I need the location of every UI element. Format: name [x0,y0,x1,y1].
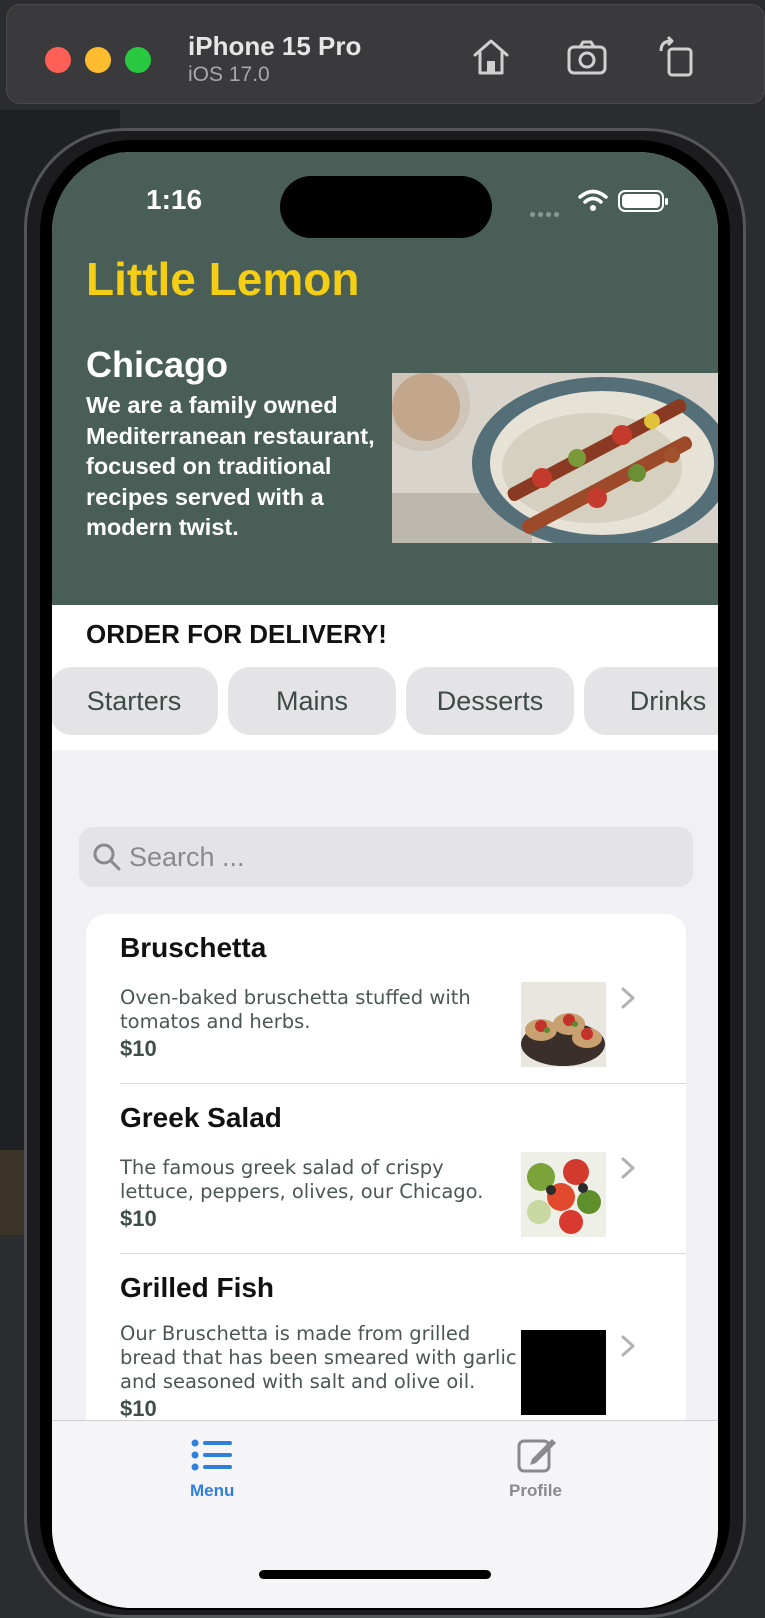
category-chip-mains[interactable]: Mains [228,667,396,735]
menu-item-image [521,982,606,1067]
menu-item-description: Oven-baked bruschetta stuffed with tomat… [120,986,471,1033]
status-time: 1:16 [146,184,203,215]
menu-item-image [521,1152,606,1237]
phone-screen: 1:16 Little Lemon Chicago We are a famil… [52,152,718,1608]
city-title: Chicago [86,344,229,385]
menu-item-name: Greek Salad [120,1102,282,1133]
close-window-button[interactable] [45,47,71,73]
zoom-window-button[interactable] [125,47,151,73]
menu-list: Bruschetta Oven-baked bruschetta stuffed… [86,914,686,1474]
tab-profile[interactable]: Profile [482,1421,592,1511]
menu-item-price: $10 [120,1206,157,1231]
compose-icon [517,1439,556,1473]
home-icon[interactable] [469,35,513,79]
menu-item-row[interactable]: Bruschetta Oven-baked bruschetta stuffed… [86,914,686,1084]
category-chip-starters[interactable]: Starters [52,667,218,735]
chevron-right-icon [621,1157,635,1179]
menu-item-price: $10 [120,1396,157,1421]
chevron-right-icon [621,987,635,1009]
hero-section: 1:16 Little Lemon Chicago We are a famil… [52,152,718,605]
menu-item-image-placeholder [521,1330,606,1415]
screenshot-icon[interactable] [565,35,609,79]
order-section: ORDER FOR DELIVERY! Starters Mains Desse… [52,605,718,750]
chevron-right-icon [621,1335,635,1357]
hero-tagline: We are a family owned Mediterranean rest… [86,392,375,540]
category-chip-drinks[interactable]: Drinks [584,667,718,735]
menu-item-description: Our Bruschetta is made from grilled brea… [120,1322,517,1393]
search-field[interactable]: Search ... [79,827,693,887]
device-name: iPhone 15 Pro [188,31,362,61]
menu-item-price: $10 [120,1036,157,1061]
tab-bar: Menu Profile [52,1420,718,1608]
menu-item-description: The famous greek salad of crispy lettuce… [120,1156,484,1203]
search-placeholder: Search ... [129,842,245,872]
brand-title: Little Lemon [86,253,360,305]
tab-profile-label: Profile [509,1481,562,1500]
battery-icon [618,190,668,212]
order-title: ORDER FOR DELIVERY! [86,619,387,649]
menu-item-row[interactable]: Grilled Fish Our Bruschetta is made from… [86,1254,686,1444]
hero-food-image [392,373,718,543]
tab-menu-label: Menu [190,1481,235,1500]
category-chip-desserts[interactable]: Desserts [406,667,574,735]
menu-item-name: Bruschetta [120,932,267,963]
home-indicator [259,1570,491,1579]
wifi-icon [578,189,608,211]
minimize-window-button[interactable] [85,47,111,73]
rotate-icon[interactable] [655,35,699,79]
tab-menu[interactable]: Menu [162,1421,262,1511]
dynamic-island [280,176,492,238]
cellular-signal-icon [530,204,564,217]
menu-item-name: Grilled Fish [120,1272,275,1303]
menu-item-row[interactable]: Greek Salad The famous greek salad of cr… [86,1084,686,1254]
search-icon [93,843,121,871]
list-icon [191,1439,232,1471]
simulator-titlebar: iPhone 15 Pro iOS 17.0 [6,4,765,104]
os-version: iOS 17.0 [188,63,270,86]
